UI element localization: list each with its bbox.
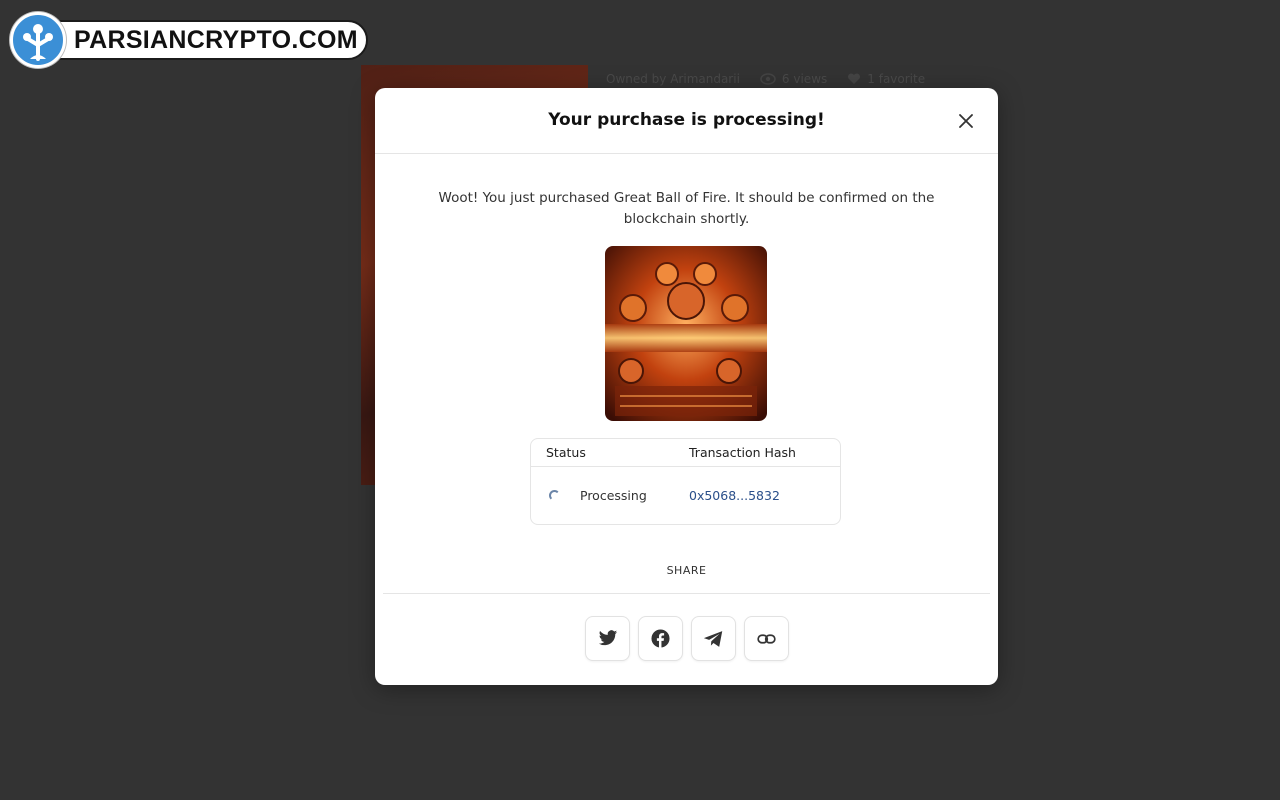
owned-by-text: Owned by Arimandarii [606, 72, 740, 86]
views-count: 6 views [781, 72, 828, 86]
copy-link-button[interactable] [744, 616, 789, 661]
hash-column-header: Transaction Hash [689, 445, 796, 460]
transaction-hash-link[interactable]: 0x5068...5832 [689, 488, 780, 503]
close-icon [959, 114, 973, 128]
close-button[interactable] [956, 111, 976, 131]
transaction-status-table: Status Transaction Hash Processing 0x506… [530, 438, 841, 525]
purchase-message: Woot! You just purchased Great Ball of F… [438, 190, 935, 227]
eye-icon [760, 73, 776, 85]
share-twitter-button[interactable] [585, 616, 630, 661]
facebook-icon [651, 629, 670, 648]
table-row: Processing 0x5068...5832 [531, 467, 840, 524]
purchase-modal: Your purchase is processing! Woot! You j… [375, 88, 998, 685]
modal-title: Your purchase is processing! [548, 109, 825, 130]
watermark: PARSIANCRYPTO.COM [10, 12, 368, 68]
twitter-icon [598, 630, 617, 646]
link-icon [757, 633, 776, 644]
table-header: Status Transaction Hash [531, 439, 840, 467]
share-buttons [585, 616, 789, 661]
tree-logo-icon [23, 24, 53, 61]
heart-icon [848, 73, 861, 84]
share-facebook-button[interactable] [638, 616, 683, 661]
background-meta-row: Owned by Arimandarii 6 views 1 favorite [606, 70, 925, 88]
status-value: Processing [580, 488, 647, 503]
modal-header: Your purchase is processing! [375, 88, 998, 154]
status-column-header: Status [546, 445, 586, 460]
watermark-text: PARSIANCRYPTO.COM [36, 20, 368, 60]
nft-image [605, 246, 767, 421]
watermark-logo [10, 12, 66, 68]
share-telegram-button[interactable] [691, 616, 736, 661]
favorites-count: 1 favorite [867, 72, 926, 86]
loading-spinner-icon [549, 490, 560, 501]
share-label: SHARE [666, 564, 707, 577]
telegram-icon [703, 630, 723, 647]
share-divider [383, 593, 990, 594]
